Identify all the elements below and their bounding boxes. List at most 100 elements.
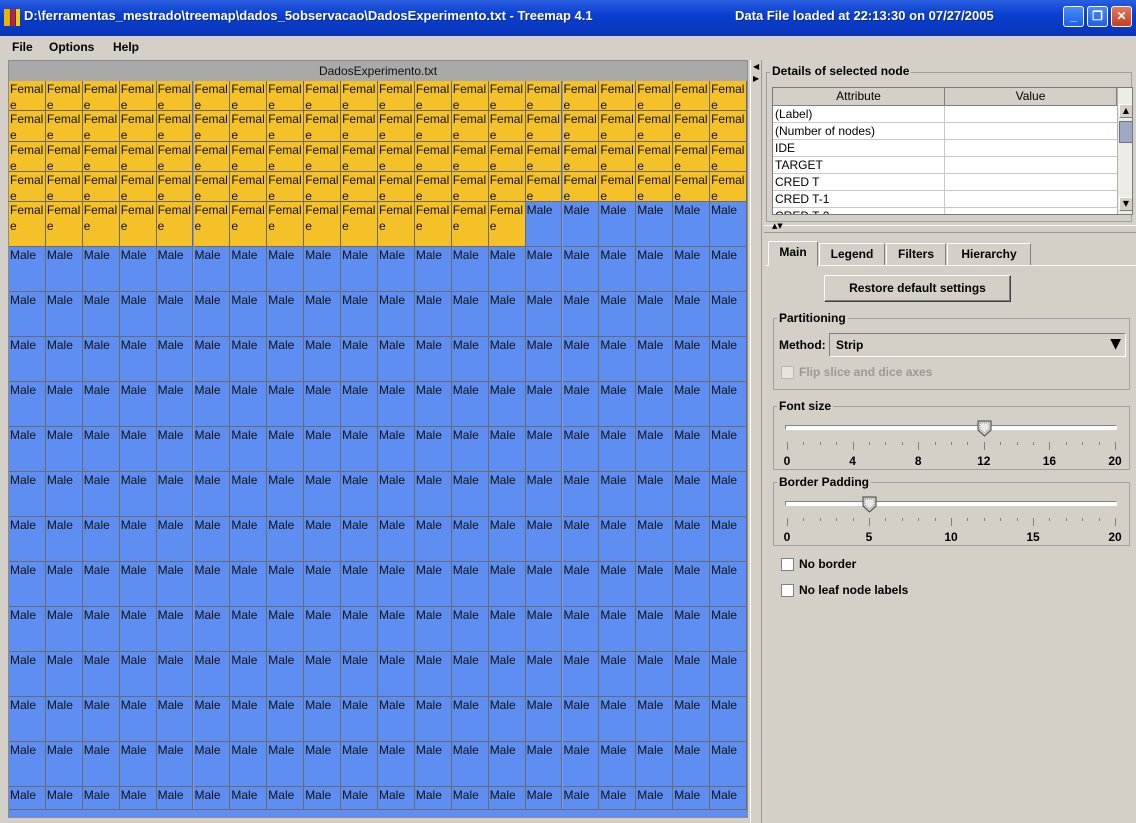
treemap-cell-female[interactable]: Female	[636, 172, 674, 203]
treemap-cell-male[interactable]: Male	[636, 427, 674, 473]
table-row[interactable]: CRED T	[773, 174, 1117, 191]
treemap-cell-male[interactable]: Male	[267, 517, 305, 562]
treemap-cell-male[interactable]: Male	[9, 741, 46, 787]
treemap-cell-male[interactable]: Male	[304, 696, 342, 742]
details-table[interactable]: Attribute Value (Label) (Number of nodes)…	[772, 87, 1133, 215]
treemap-cell-female[interactable]: Female	[451, 172, 489, 203]
treemap-app-icon[interactable]	[4, 9, 20, 26]
treemap-cell-male[interactable]: Male	[45, 292, 83, 338]
treemap-cell-male[interactable]: Male	[414, 247, 452, 293]
scroll-down-icon[interactable]: ▼	[1119, 197, 1132, 211]
treemap-cell-female[interactable]: Female	[341, 141, 378, 173]
treemap-cell-male[interactable]: Male	[341, 517, 378, 562]
treemap-cell-male[interactable]: Male	[267, 651, 305, 697]
treemap-cell-female[interactable]: Female	[525, 81, 563, 112]
restore-defaults-button[interactable]: Restore default settings	[824, 275, 1011, 302]
treemap-cell-male[interactable]: Male	[710, 337, 747, 383]
treemap-cell-male[interactable]: Male	[525, 337, 563, 383]
treemap-cell-male[interactable]: Male	[9, 427, 46, 473]
treemap-cell-male[interactable]: Male	[710, 651, 747, 697]
treemap-cell-male[interactable]: Male	[119, 517, 157, 562]
font-size-slider-thumb[interactable]	[977, 420, 992, 437]
treemap-cell-male[interactable]: Male	[82, 561, 120, 607]
treemap-cell-male[interactable]: Male	[193, 561, 231, 607]
treemap-cell-female[interactable]: Female	[119, 202, 157, 248]
treemap-cell-male[interactable]: Male	[267, 382, 305, 428]
treemap-cell-male[interactable]: Male	[414, 741, 452, 787]
treemap-cell-male[interactable]: Male	[9, 337, 46, 383]
treemap-cell-male[interactable]: Male	[378, 606, 415, 652]
treemap-cell-male[interactable]: Male	[156, 382, 194, 428]
treemap-cell-female[interactable]: Female	[599, 111, 637, 142]
treemap-cell-male[interactable]: Male	[599, 651, 637, 697]
treemap-cell-male[interactable]: Male	[710, 741, 747, 787]
tab-main[interactable]: Main	[768, 241, 818, 266]
treemap-cell-male[interactable]: Male	[562, 517, 600, 562]
treemap-cell-male[interactable]: Male	[525, 427, 563, 473]
treemap-cell-female[interactable]: Female	[119, 111, 157, 142]
treemap-cell-female[interactable]: Female	[82, 111, 120, 142]
treemap-cell-male[interactable]: Male	[488, 741, 526, 787]
treemap-cell-male[interactable]: Male	[341, 696, 378, 742]
treemap-cell-male[interactable]: Male	[119, 696, 157, 742]
treemap-cell-male[interactable]: Male	[488, 382, 526, 428]
treemap-cell-male[interactable]: Male	[193, 382, 231, 428]
treemap-cell-male[interactable]: Male	[304, 561, 342, 607]
treemap-cell-male[interactable]: Male	[378, 427, 415, 473]
treemap-cell-male[interactable]: Male	[599, 337, 637, 383]
treemap-cell-female[interactable]: Female	[488, 202, 526, 248]
treemap-cell-male[interactable]: Male	[193, 606, 231, 652]
treemap-cell-male[interactable]: Male	[341, 382, 378, 428]
treemap-cell-female[interactable]: Female	[82, 141, 120, 173]
treemap-cell-male[interactable]: Male	[304, 247, 342, 293]
treemap-cell-male[interactable]: Male	[673, 517, 711, 562]
method-dropdown[interactable]: Strip ▼	[829, 333, 1126, 357]
treemap-cell-male[interactable]: Male	[45, 561, 83, 607]
treemap-cell-male[interactable]: Male	[45, 651, 83, 697]
treemap-cell-male[interactable]: Male	[378, 337, 415, 383]
treemap-cell-male[interactable]: Male	[156, 292, 194, 338]
treemap-cell-female[interactable]: Female	[710, 141, 747, 173]
treemap-cell-female[interactable]: Female	[267, 81, 305, 112]
treemap-cell-female[interactable]: Female	[45, 202, 83, 248]
treemap-cell-female[interactable]: Female	[414, 81, 452, 112]
treemap-cell-male[interactable]: Male	[45, 606, 83, 652]
treemap-cell-male[interactable]: Male	[599, 696, 637, 742]
collapse-left-icon[interactable]: ◀	[753, 62, 759, 71]
table-row[interactable]: CRED T-2	[773, 208, 1117, 214]
treemap-cell-female[interactable]: Female	[341, 81, 378, 112]
treemap-cell-male[interactable]: Male	[341, 292, 378, 338]
treemap-cell-female[interactable]: Female	[378, 81, 415, 112]
treemap-cell-male[interactable]: Male	[230, 472, 268, 517]
treemap-cell-female[interactable]: Female	[673, 141, 711, 173]
treemap-cell-male[interactable]: Male	[119, 427, 157, 473]
treemap-cell-male[interactable]: Male	[304, 517, 342, 562]
tab-filters[interactable]: Filters	[886, 243, 946, 265]
treemap-cell-male[interactable]: Male	[156, 517, 194, 562]
treemap-cell-female[interactable]: Female	[525, 111, 563, 142]
treemap-cell-male[interactable]: Male	[599, 247, 637, 293]
treemap-cell-male[interactable]: Male	[304, 292, 342, 338]
treemap-cell-male[interactable]: Male	[304, 741, 342, 787]
treemap-cell-male[interactable]: Male	[378, 517, 415, 562]
treemap-cell-male[interactable]: Male	[710, 606, 747, 652]
treemap-cell-female[interactable]: Female	[710, 172, 747, 203]
treemap-cell-male[interactable]: Male	[230, 247, 268, 293]
treemap-cell-male[interactable]: Male	[82, 382, 120, 428]
treemap-cell-male[interactable]: Male	[562, 427, 600, 473]
table-row[interactable]: CRED T-1	[773, 191, 1117, 208]
treemap-cell-female[interactable]: Female	[119, 81, 157, 112]
treemap-cell-male[interactable]: Male	[414, 651, 452, 697]
treemap-cell-male[interactable]: Male	[562, 606, 600, 652]
treemap-cell-male[interactable]: Male	[9, 247, 46, 293]
treemap-cell-female[interactable]: Female	[378, 172, 415, 203]
treemap-cell-female[interactable]: Female	[230, 81, 268, 112]
treemap-cell-female[interactable]: Female	[9, 111, 46, 142]
treemap-cell-male[interactable]: Male	[636, 696, 674, 742]
treemap-cell-male[interactable]: Male	[82, 337, 120, 383]
treemap-cell-female[interactable]: Female	[636, 81, 674, 112]
treemap-cell-male[interactable]: Male	[193, 472, 231, 517]
treemap-cell-male[interactable]: Male	[451, 517, 489, 562]
treemap-cell-male[interactable]: Male	[562, 337, 600, 383]
treemap-cell-male[interactable]: Male	[341, 337, 378, 383]
